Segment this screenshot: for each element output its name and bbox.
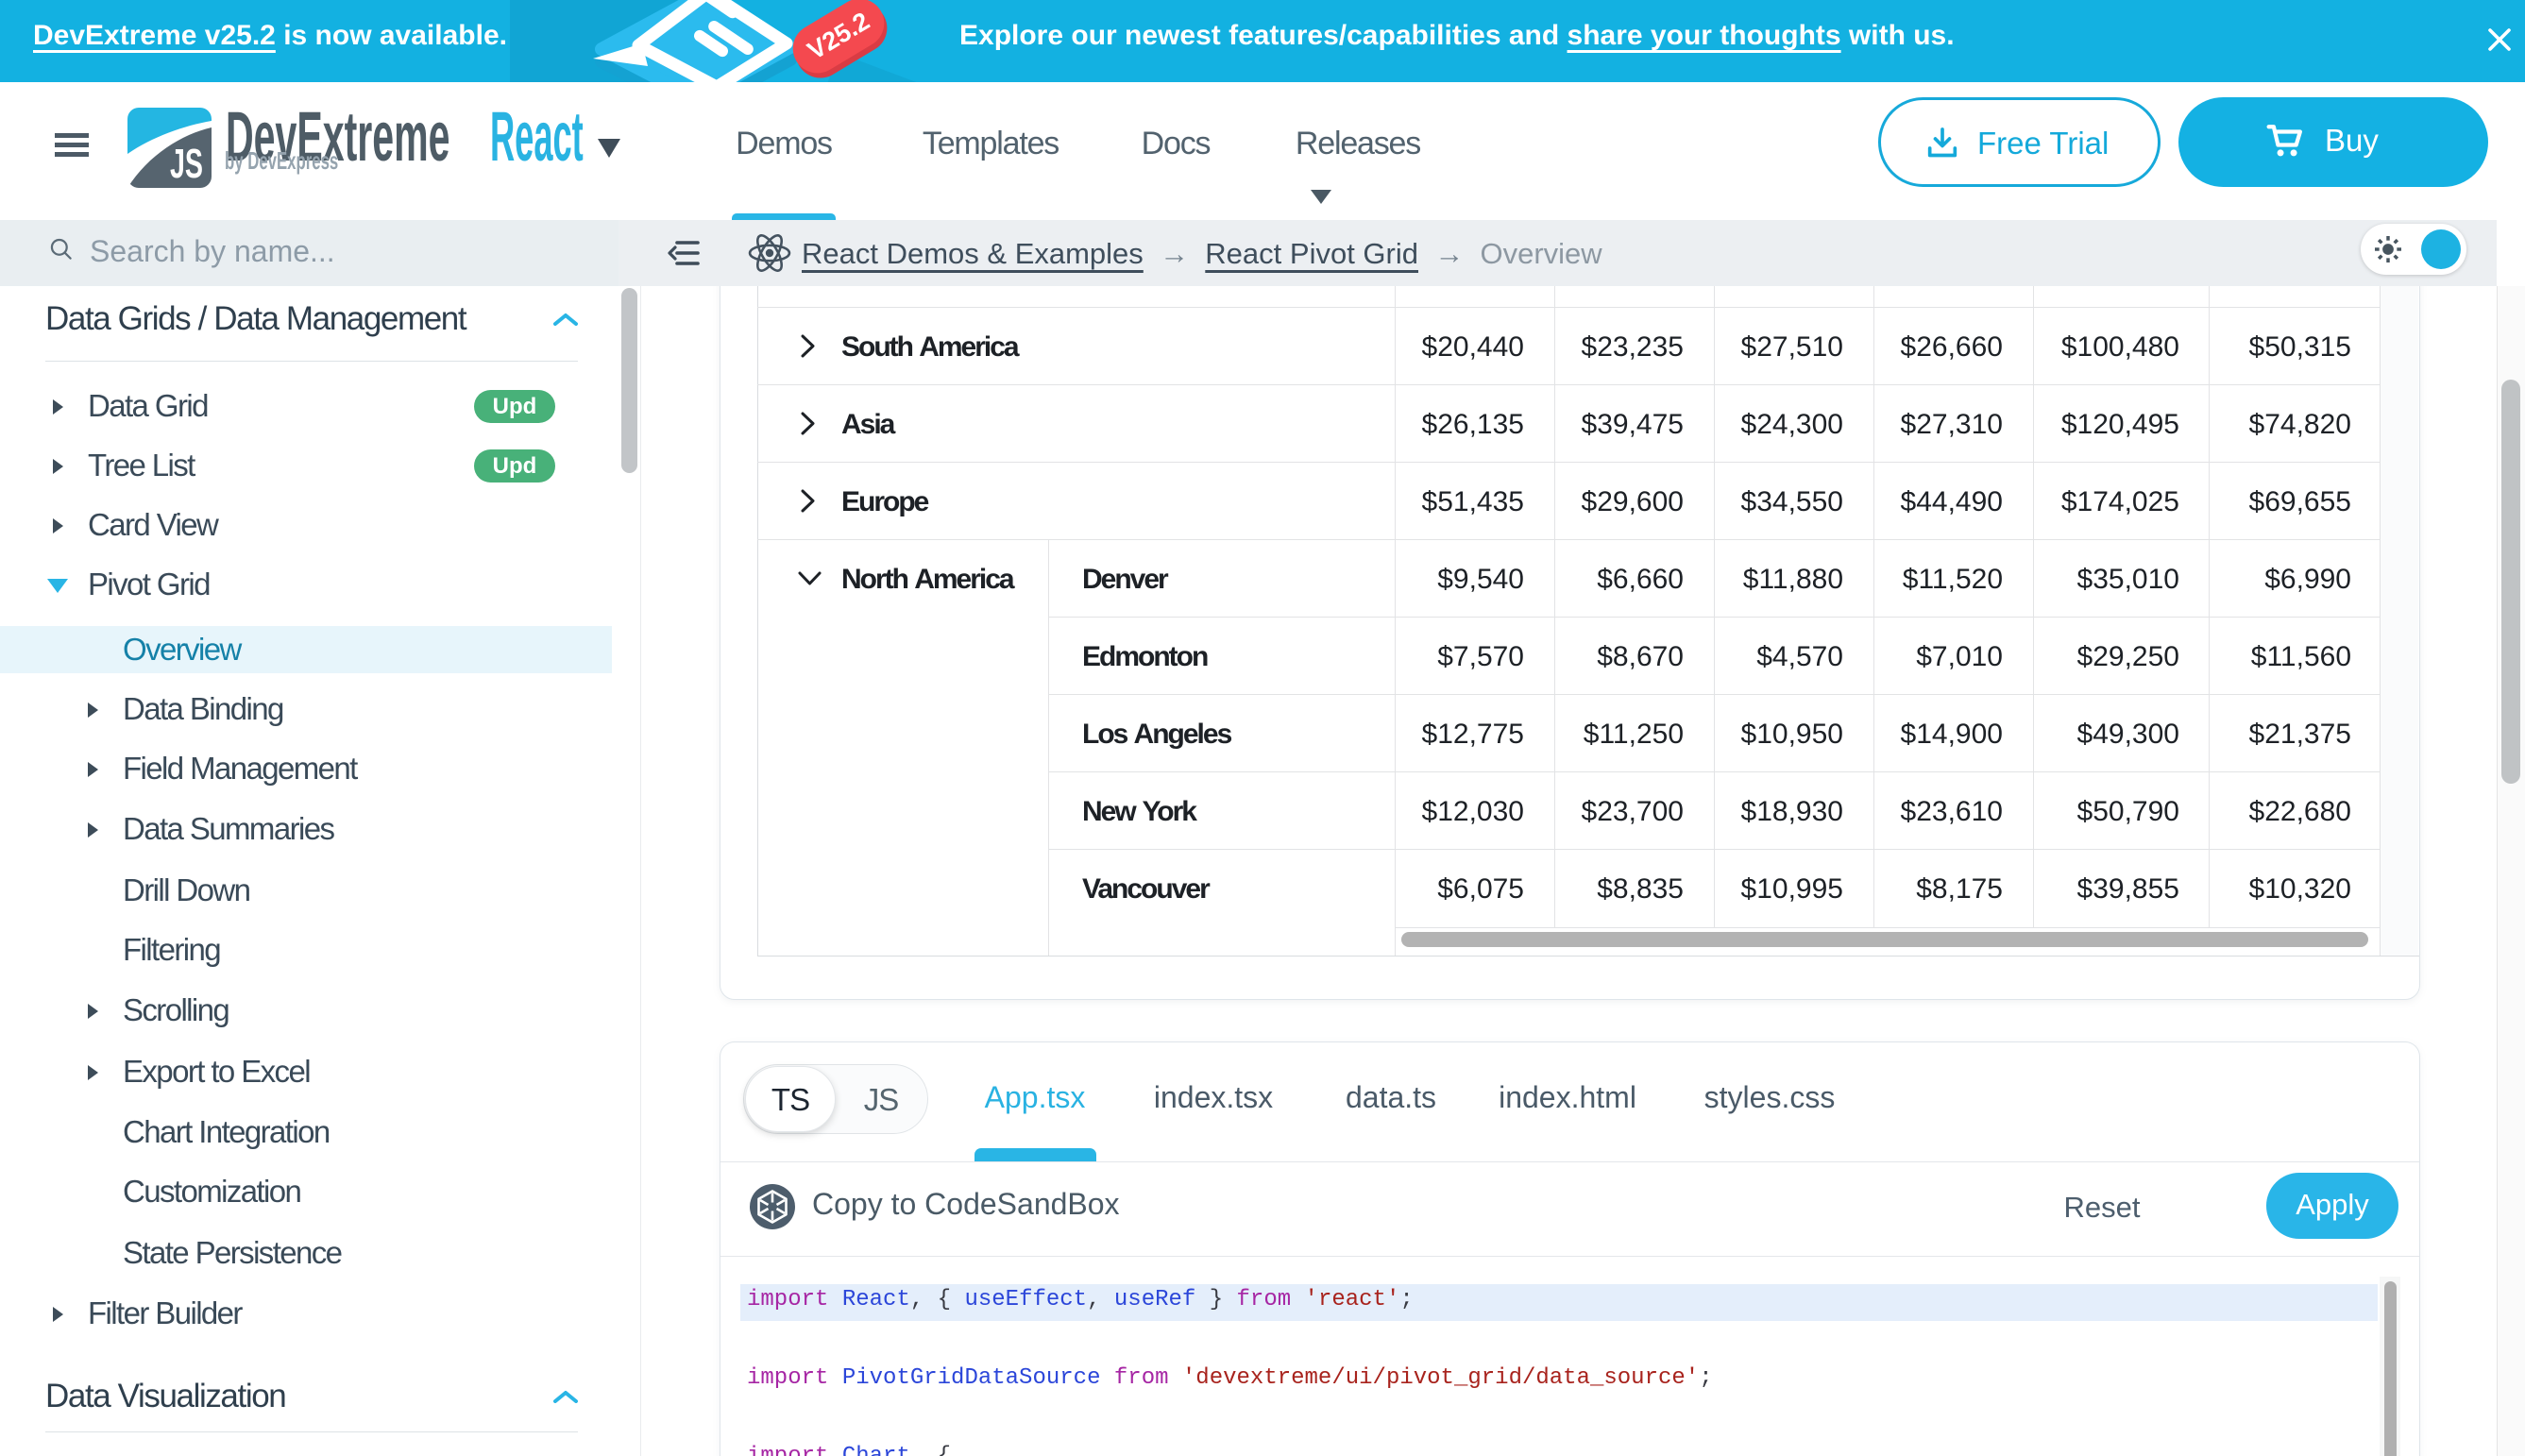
svg-text:JS: JS xyxy=(170,141,203,187)
